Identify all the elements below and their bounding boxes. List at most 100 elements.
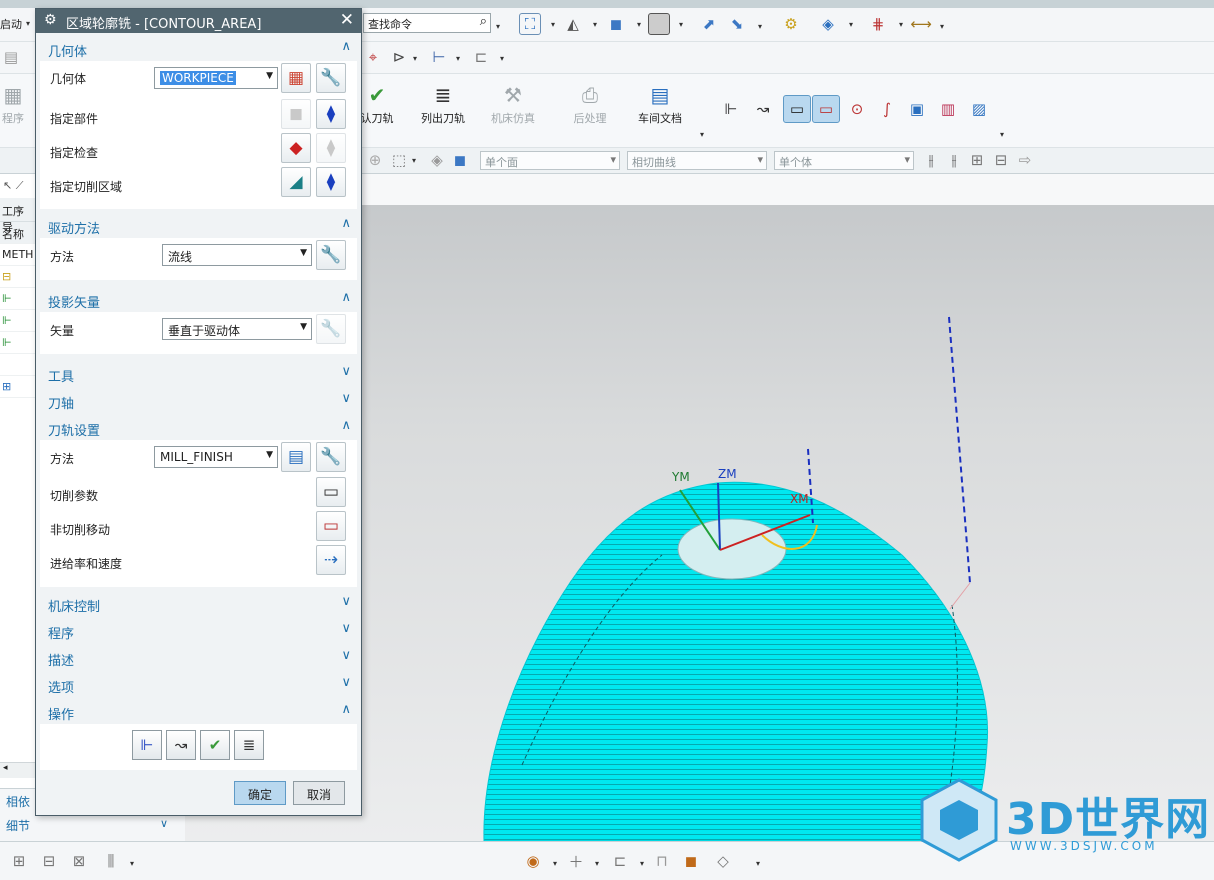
- column-name[interactable]: 名称: [0, 222, 35, 244]
- replay-toolpath-icon[interactable]: ↝: [166, 730, 196, 760]
- section-header-path[interactable]: 刀轨设置 ∧: [40, 416, 357, 440]
- close-icon[interactable]: ✕: [340, 10, 354, 30]
- specify-part-icon[interactable]: ◼: [281, 99, 311, 129]
- search-command-input[interactable]: 查找命令 ⌕: [363, 13, 491, 33]
- verify-toolpath-icon[interactable]: ✔: [200, 730, 230, 760]
- section-header-program[interactable]: 程序 ∨: [40, 619, 357, 643]
- cut-params-icon[interactable]: ▭: [783, 95, 811, 123]
- chevron-up-icon[interactable]: ∧: [341, 39, 351, 54]
- row-method[interactable]: METH: [0, 244, 35, 266]
- chevron-down-icon[interactable]: ∨: [341, 675, 351, 690]
- measure-icon[interactable]: ⚙: [780, 13, 802, 35]
- chevron-down-icon[interactable]: ∨: [341, 594, 351, 609]
- gear-icon[interactable]: ⚙: [44, 12, 57, 28]
- tree-item-2[interactable]: ⊩: [0, 288, 35, 310]
- method-wrench-icon[interactable]: 🔧: [316, 442, 346, 472]
- check-flashlight-icon[interactable]: ⧫: [316, 133, 346, 163]
- chevron-up-icon[interactable]: ∧: [341, 418, 351, 433]
- cylinder-icon[interactable]: ⊓: [651, 850, 673, 872]
- section-header-axis[interactable]: 刀轴 ∨: [40, 389, 357, 413]
- chart-icon[interactable]: ▨: [968, 98, 990, 120]
- section-header-actions[interactable]: 操作 ∧: [40, 700, 357, 724]
- chevron-down-icon[interactable]: ∨: [341, 648, 351, 663]
- chevron-down-icon[interactable]: ∨: [341, 364, 351, 379]
- specify-check-icon[interactable]: ◆: [281, 133, 311, 163]
- section-header-drive[interactable]: 驱动方法 ∧: [40, 214, 357, 238]
- forward-icon[interactable]: ⇨: [1014, 149, 1036, 171]
- replay-icon[interactable]: ↝: [752, 98, 774, 120]
- section-header-geometry[interactable]: 几何体 ∧: [40, 37, 357, 61]
- solid-icon[interactable]: ◼: [680, 850, 702, 872]
- dependencies-panel[interactable]: 相依: [6, 793, 30, 810]
- noncut-icon[interactable]: ▭: [812, 95, 840, 123]
- chevron-down-icon[interactable]: ∨: [341, 621, 351, 636]
- filter-icon[interactable]: ⊕: [364, 149, 386, 171]
- face-filter-select[interactable]: 单个面: [480, 151, 620, 170]
- tree-item-6[interactable]: ⊞: [0, 376, 35, 398]
- tool-icon[interactable]: ⊢: [428, 46, 450, 68]
- specify-cut-area-icon[interactable]: ◢: [281, 167, 311, 197]
- tree-item-4[interactable]: ⊩: [0, 332, 35, 354]
- ok-button[interactable]: 确定: [234, 781, 286, 805]
- cut-area-flashlight-icon[interactable]: ⧫: [316, 167, 346, 197]
- nav-scrollbar[interactable]: ◂: [0, 762, 36, 778]
- ruler-icon[interactable]: ⟷: [910, 13, 932, 35]
- projection-wrench-icon[interactable]: 🔧: [316, 314, 346, 344]
- geometry-select[interactable]: WORKPIECE ▼: [154, 67, 278, 89]
- feeds-speeds-icon[interactable]: ⇢: [316, 545, 346, 575]
- chevron-up-icon[interactable]: ∧: [341, 702, 351, 717]
- align2-icon[interactable]: ⫲: [943, 149, 965, 171]
- plus-icon[interactable]: ＋: [565, 850, 587, 872]
- dialog-titlebar[interactable]: ⚙ 区域轮廓铣 - [CONTOUR_AREA] ✕: [36, 9, 361, 33]
- create-icon[interactable]: ▤: [0, 46, 22, 68]
- section-header-machine[interactable]: 机床控制 ∨: [40, 592, 357, 616]
- drive-method-select[interactable]: 流线 ▼: [162, 244, 312, 266]
- chevron-up-icon[interactable]: ∧: [341, 290, 351, 305]
- generate-toolpath-icon[interactable]: ⊩: [132, 730, 162, 760]
- search-dropdown-icon[interactable]: ▾: [496, 22, 500, 31]
- fit-view-icon[interactable]: ⛶: [519, 13, 541, 35]
- section-view-icon[interactable]: ◭: [562, 13, 584, 35]
- tree-item-3[interactable]: ⊩: [0, 310, 35, 332]
- section-header-projection[interactable]: 投影矢量 ∧: [40, 288, 357, 312]
- body-icon[interactable]: ◼: [449, 149, 471, 171]
- start-dropdown-icon[interactable]: ▾: [26, 19, 30, 28]
- workplane-icon[interactable]: ⊏: [609, 850, 631, 872]
- curve-filter-select[interactable]: 相切曲线: [627, 151, 767, 170]
- face-icon[interactable]: ◈: [426, 149, 448, 171]
- tree-item-5[interactable]: [0, 354, 35, 376]
- list-toolpath-button[interactable]: ≣ 列出刀轨: [408, 80, 478, 126]
- body-filter-select[interactable]: 单个体: [774, 151, 914, 170]
- snap-color-icon[interactable]: ◉: [522, 850, 544, 872]
- shaded-cube-icon[interactable]: ◼: [605, 13, 627, 35]
- layer4-icon[interactable]: ⫼: [100, 850, 122, 872]
- chevron-up-icon[interactable]: ∧: [341, 216, 351, 231]
- new-geometry-icon[interactable]: ▦: [281, 63, 311, 93]
- projection-vector-select[interactable]: 垂直于驱动体 ▼: [162, 318, 312, 340]
- cancel-button[interactable]: 取消: [293, 781, 345, 805]
- layer2-icon[interactable]: ⊟: [38, 850, 60, 872]
- machine-simulate-button[interactable]: ⚒ 机床仿真: [478, 80, 548, 126]
- section-header-description[interactable]: 描述 ∨: [40, 646, 357, 670]
- snap-icon[interactable]: ◈: [817, 13, 839, 35]
- cut-parameters-icon[interactable]: ▭: [316, 477, 346, 507]
- edit-wrench-icon[interactable]: 🔧: [316, 63, 346, 93]
- curve-s-icon[interactable]: ∫: [876, 98, 898, 120]
- non-cutting-moves-icon[interactable]: ▭: [316, 511, 346, 541]
- list-toolpath-icon[interactable]: ≣: [234, 730, 264, 760]
- start-menu[interactable]: 启动: [0, 16, 22, 32]
- holder-icon[interactable]: ⊏: [470, 46, 492, 68]
- section-header-options[interactable]: 选项 ∨: [40, 673, 357, 697]
- component-icon[interactable]: ⊟: [990, 149, 1012, 171]
- point-circle-icon[interactable]: ⊙: [846, 98, 868, 120]
- details-panel[interactable]: 细节: [6, 817, 30, 834]
- layer-icon[interactable]: ⊞: [8, 850, 30, 872]
- color-icon[interactable]: ▥: [937, 98, 959, 120]
- path-method-select[interactable]: MILL_FINISH ▼: [154, 446, 278, 468]
- layer3-icon[interactable]: ⊠: [68, 850, 90, 872]
- tree-item-1[interactable]: ⊟: [0, 266, 35, 288]
- graphics-viewport[interactable]: YM ZM XM: [362, 205, 1214, 841]
- chevron-down-icon[interactable]: ∨: [341, 391, 351, 406]
- display-flashlight-icon[interactable]: ⧫: [316, 99, 346, 129]
- point-icon[interactable]: ⌖: [362, 46, 384, 68]
